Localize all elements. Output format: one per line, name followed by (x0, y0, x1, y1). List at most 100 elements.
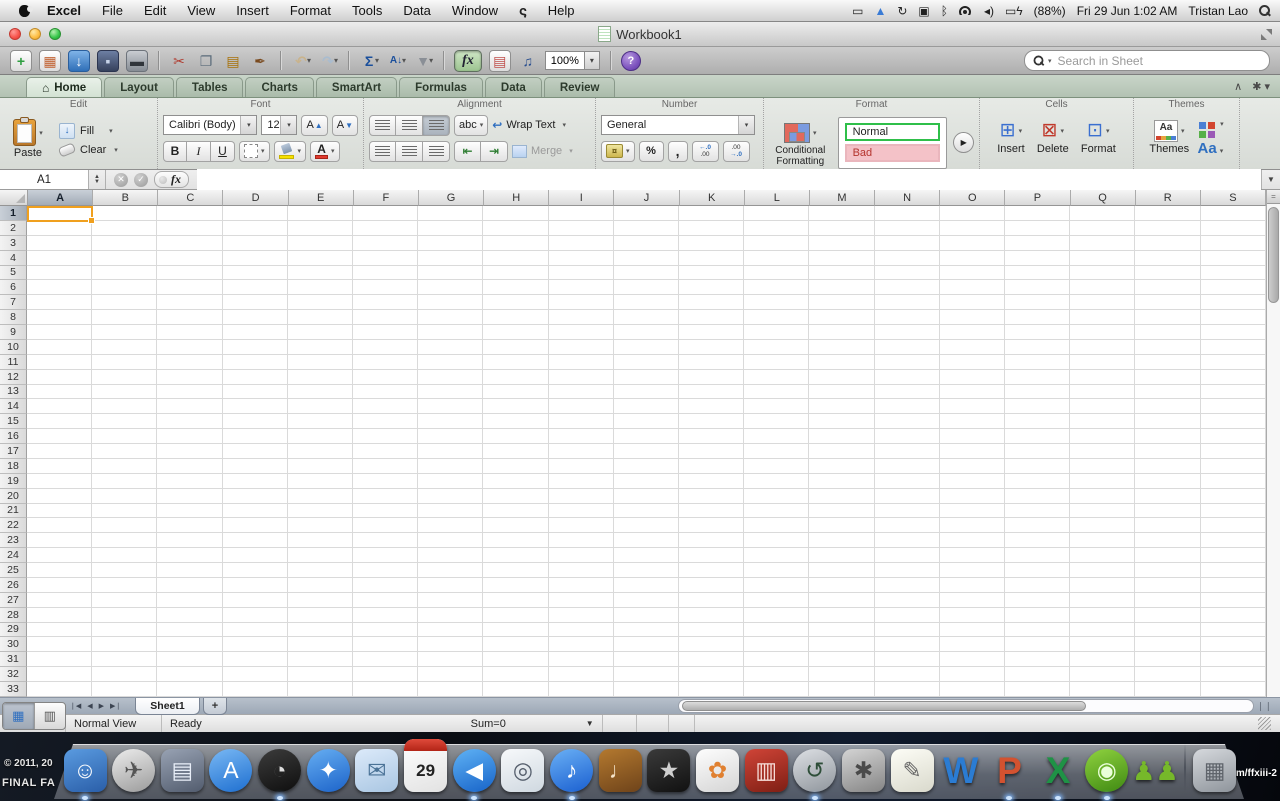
cell-G26[interactable] (418, 577, 484, 593)
cell-Q21[interactable] (1070, 503, 1136, 519)
cell-N15[interactable] (874, 414, 940, 430)
cell-L23[interactable] (744, 533, 810, 549)
wrap-text-button[interactable]: ↩ Wrap Text ▾ (492, 118, 566, 132)
cell-Q20[interactable] (1070, 488, 1136, 504)
cell-B24[interactable] (92, 548, 158, 563)
cell-C20[interactable] (157, 488, 223, 504)
cell-M12[interactable] (809, 369, 875, 385)
cell-D18[interactable] (222, 458, 288, 474)
cell-Q23[interactable] (1070, 533, 1136, 549)
themes-dropdown[interactable]: ▾ (1181, 127, 1185, 135)
paste-button[interactable]: ▾ Paste (5, 117, 51, 159)
format-cells-button[interactable]: ⊡ ▾ Format (1081, 120, 1116, 167)
cell-A12[interactable] (27, 369, 93, 385)
cell-B13[interactable] (92, 384, 158, 400)
cell-I20[interactable] (548, 488, 614, 504)
zoom-window-button[interactable] (49, 28, 61, 40)
cell-B33[interactable] (92, 682, 158, 697)
cell-D16[interactable] (222, 429, 288, 444)
cell-J13[interactable] (613, 384, 680, 400)
cell-F26[interactable] (353, 577, 419, 593)
decrease-indent-button[interactable]: ⇤ (454, 140, 481, 162)
grow-font-button[interactable]: A ▲ (301, 114, 328, 136)
cell-S31[interactable] (1200, 652, 1266, 668)
cell-I7[interactable] (548, 295, 614, 311)
save-icon[interactable]: ▪ (97, 49, 119, 72)
displays-menu-icon[interactable]: ▣ (918, 5, 929, 17)
cell-Q10[interactable] (1070, 339, 1136, 355)
cell-A10[interactable] (27, 339, 93, 355)
cell-S6[interactable] (1200, 280, 1266, 296)
cell-S32[interactable] (1200, 667, 1266, 682)
cell-J1[interactable] (613, 206, 680, 221)
cell-K10[interactable] (679, 339, 745, 355)
dock-facetime[interactable]: ◀ (451, 749, 497, 800)
cell-L21[interactable] (744, 503, 810, 519)
row-header-12[interactable]: 12 (0, 369, 27, 385)
align-right-button[interactable] (423, 140, 450, 162)
row-header-24[interactable]: 24 (0, 548, 27, 563)
cell-K16[interactable] (679, 429, 745, 444)
cell-L3[interactable] (744, 235, 810, 251)
zoom-control[interactable]: 100% ▾ (544, 51, 600, 70)
menu-user[interactable]: Tristan Lao (1188, 4, 1248, 18)
horizontal-scroll-thumb[interactable] (682, 701, 1086, 711)
cell-R29[interactable] (1135, 622, 1201, 638)
cell-P33[interactable] (1005, 682, 1071, 697)
cell-J3[interactable] (613, 235, 680, 251)
cell-D32[interactable] (222, 667, 288, 682)
cell-N31[interactable] (874, 652, 940, 668)
column-header-N[interactable]: N (875, 190, 941, 206)
cell-E10[interactable] (287, 339, 354, 355)
page-layout-view-button[interactable]: ▥ (33, 703, 66, 729)
vertical-split-handle[interactable]: = (1267, 190, 1280, 204)
cell-J11[interactable] (613, 354, 680, 370)
cell-N19[interactable] (874, 473, 940, 489)
format-painter-icon[interactable]: ✒ (250, 51, 270, 71)
cell-C1[interactable] (157, 206, 223, 221)
cell-O17[interactable] (939, 444, 1006, 459)
cell-P13[interactable] (1005, 384, 1071, 400)
cell-S25[interactable] (1200, 563, 1266, 578)
zoom-dropdown-icon[interactable]: ▾ (584, 51, 600, 70)
cell-M32[interactable] (809, 667, 875, 682)
themes-button[interactable]: Aa ▾ Themes (1149, 120, 1189, 167)
cell-D14[interactable] (222, 399, 288, 415)
cell-J21[interactable] (613, 503, 680, 519)
cell-D28[interactable] (222, 607, 288, 623)
collapse-ribbon-icon[interactable]: ∧ (1234, 80, 1242, 93)
cell-B9[interactable] (92, 325, 158, 340)
cell-O5[interactable] (939, 265, 1006, 281)
orientation-button[interactable]: abc ▾ (454, 114, 489, 136)
cell-I12[interactable] (548, 369, 614, 385)
dock-iphoto[interactable]: ✿ (695, 749, 741, 792)
cell-F24[interactable] (353, 548, 419, 563)
cell-F17[interactable] (353, 444, 419, 459)
cell-E3[interactable] (287, 235, 354, 251)
cell-M27[interactable] (809, 592, 875, 608)
row-header-5[interactable]: 5 (0, 265, 27, 281)
row-header-20[interactable]: 20 (0, 488, 27, 504)
paste-toolbar-icon[interactable]: ▤ (223, 51, 243, 71)
cell-F13[interactable] (353, 384, 419, 400)
cell-A23[interactable] (27, 533, 93, 549)
cell-K13[interactable] (679, 384, 745, 400)
cell-G19[interactable] (418, 473, 484, 489)
cell-D20[interactable] (222, 488, 288, 504)
open-icon[interactable]: ↓ (68, 49, 90, 72)
dock-communicator[interactable]: ◉ (1084, 749, 1130, 800)
cell-K25[interactable] (679, 563, 745, 578)
cell-L7[interactable] (744, 295, 810, 311)
cell-J26[interactable] (613, 577, 680, 593)
cell-O9[interactable] (939, 325, 1006, 340)
cell-O3[interactable] (939, 235, 1006, 251)
cell-Q13[interactable] (1070, 384, 1136, 400)
cell-K7[interactable] (679, 295, 745, 311)
cell-C24[interactable] (157, 548, 223, 563)
cell-C33[interactable] (157, 682, 223, 697)
cell-R13[interactable] (1135, 384, 1201, 400)
cell-L12[interactable] (744, 369, 810, 385)
cell-B2[interactable] (92, 220, 158, 236)
close-window-button[interactable] (9, 28, 21, 40)
fill-button[interactable]: ↓ Fill ▾ (59, 122, 118, 139)
